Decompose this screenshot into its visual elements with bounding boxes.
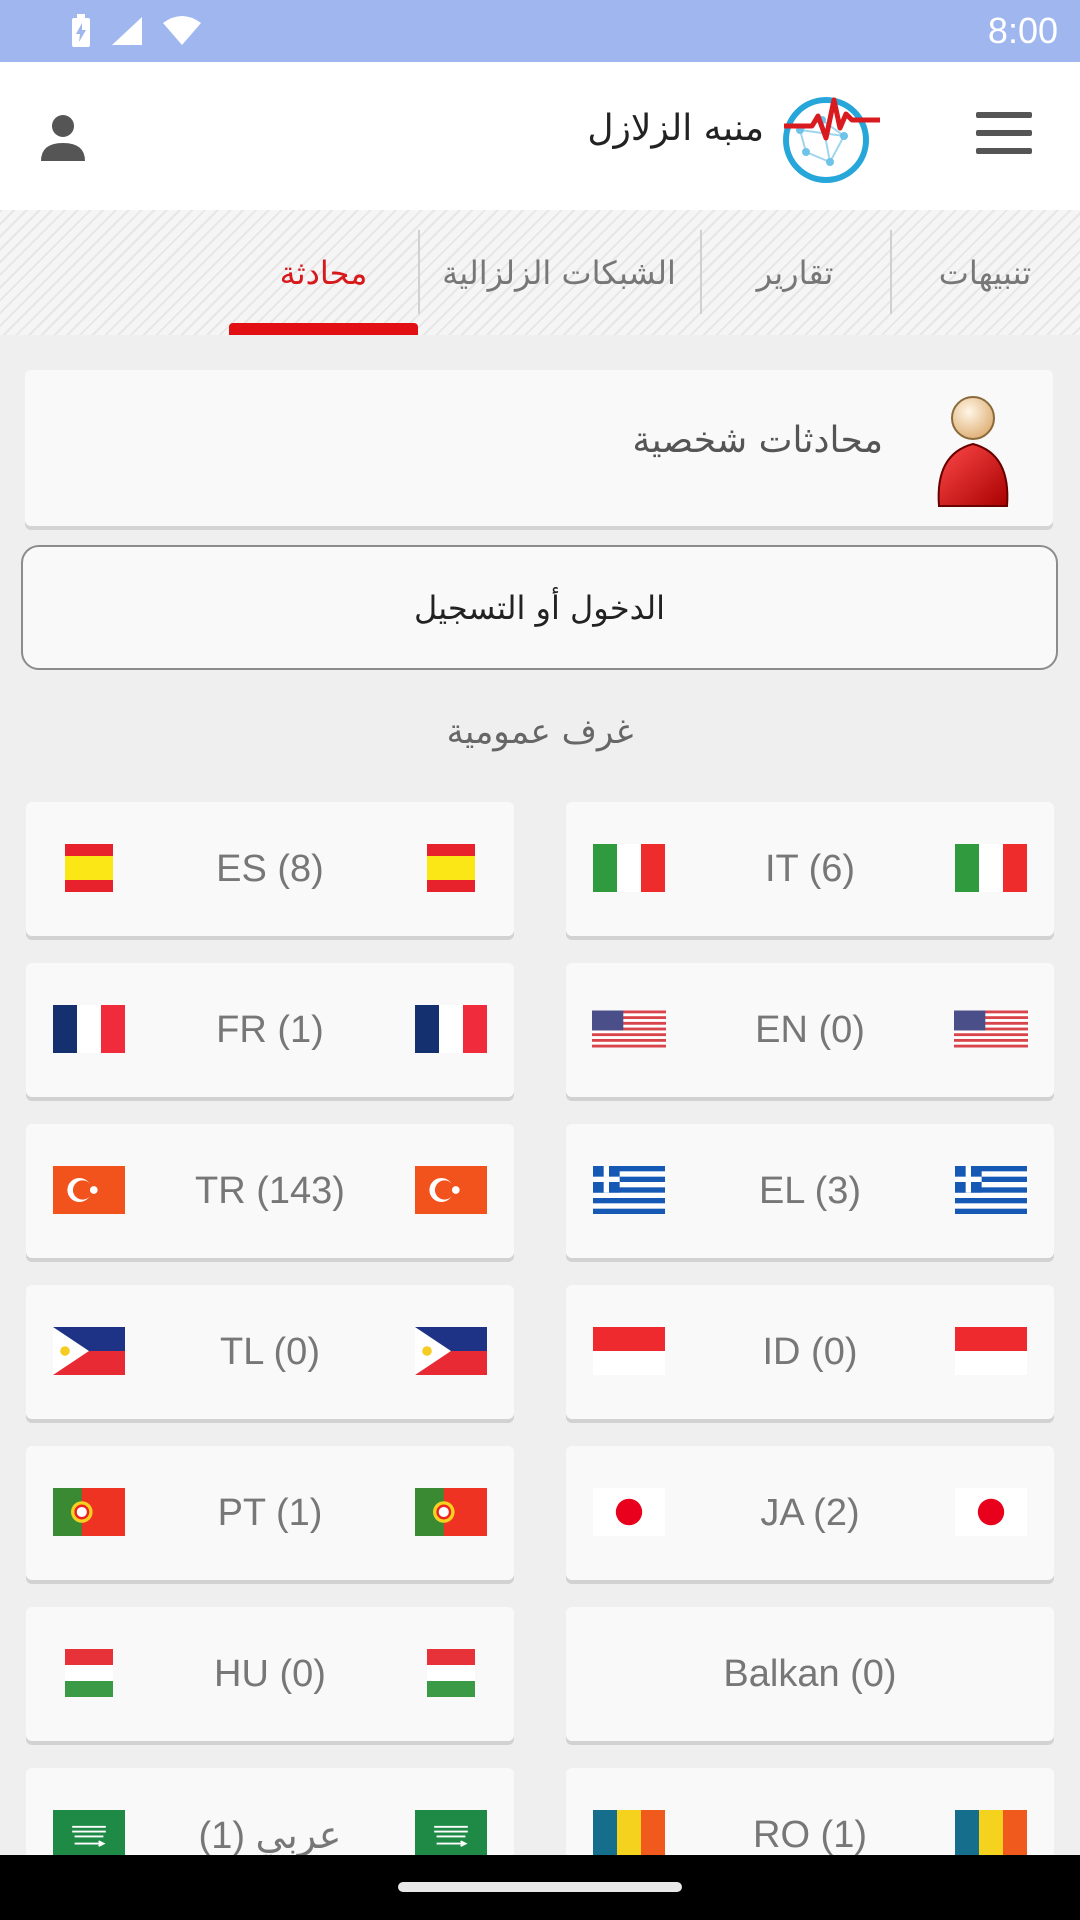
system-navigation-bar [0, 1855, 1080, 1920]
tab-alerts[interactable]: تنبيهات [890, 210, 1080, 335]
signal-icon [112, 17, 142, 45]
spain-flag-icon [52, 844, 126, 892]
tab-bar: تنبيهات تقارير الشبكات الزلزالية محادثة [0, 210, 1080, 335]
japan-flag-icon [954, 1488, 1028, 1536]
battery-charging-icon [72, 14, 90, 47]
philippines-flag-icon [414, 1327, 488, 1375]
chat-room-card[interactable]: EL (3) [566, 1124, 1054, 1258]
tab-divider [700, 230, 702, 314]
person-icon [937, 396, 1009, 507]
chat-room-card[interactable]: Balkan (0) [566, 1607, 1054, 1741]
indonesia-flag-icon [954, 1327, 1028, 1375]
personal-chats-label: محادثات شخصية [632, 420, 883, 461]
chat-room-label: Balkan (0) [723, 1652, 897, 1695]
login-register-button[interactable]: الدخول أو التسجيل [21, 545, 1058, 670]
chat-room-card[interactable]: ES (8) [26, 802, 514, 936]
chat-room-card[interactable]: TL (0) [26, 1285, 514, 1419]
earthquake-logo-icon [782, 90, 882, 186]
japan-flag-icon [592, 1488, 666, 1536]
philippines-flag-icon [52, 1327, 126, 1375]
portugal-flag-icon [414, 1488, 488, 1536]
italy-flag-icon [592, 844, 666, 892]
spain-flag-icon [414, 844, 488, 892]
usa-flag-icon [954, 1005, 1028, 1053]
tab-divider [418, 230, 420, 314]
menu-icon[interactable] [976, 108, 1032, 158]
personal-chats-card[interactable]: محادثات شخصية [25, 370, 1053, 526]
status-icons [70, 14, 202, 48]
greece-flag-icon [954, 1166, 1028, 1214]
status-bar: 8:00 [0, 0, 1080, 62]
chat-room-card[interactable]: TR (143) [26, 1124, 514, 1258]
status-time: 8:00 [987, 10, 1058, 51]
chat-room-card[interactable]: ID (0) [566, 1285, 1054, 1419]
tab-chat[interactable]: محادثة [229, 210, 418, 335]
chat-room-card[interactable]: PT (1) [26, 1446, 514, 1580]
tab-seismic-networks[interactable]: الشبكات الزلزالية [418, 210, 700, 335]
hungary-flag-icon [414, 1649, 488, 1697]
wifi-icon [163, 16, 201, 45]
chat-room-card[interactable]: JA (2) [566, 1446, 1054, 1580]
indonesia-flag-icon [592, 1327, 666, 1375]
chat-room-card[interactable]: FR (1) [26, 963, 514, 1097]
turkey-flag-icon [52, 1166, 126, 1214]
tab-reports[interactable]: تقارير [700, 210, 890, 335]
france-flag-icon [414, 1005, 488, 1053]
greece-flag-icon [592, 1166, 666, 1214]
romania-flag-icon [592, 1810, 666, 1858]
tab-divider [890, 230, 892, 314]
app-title: منبه الزلازل [587, 108, 764, 149]
public-rooms-title: غرف عمومية [446, 712, 634, 752]
hungary-flag-icon [52, 1649, 126, 1697]
italy-flag-icon [954, 844, 1028, 892]
saudi-flag-icon [414, 1810, 488, 1858]
account-icon[interactable] [40, 114, 86, 162]
france-flag-icon [52, 1005, 126, 1053]
chat-room-card[interactable]: HU (0) [26, 1607, 514, 1741]
home-gesture-pill[interactable] [398, 1882, 682, 1892]
chat-room-card[interactable]: EN (0) [566, 963, 1054, 1097]
chat-room-card[interactable]: IT (6) [566, 802, 1054, 936]
saudi-flag-icon [52, 1810, 126, 1858]
usa-flag-icon [592, 1005, 666, 1053]
app-bar: منبه الزلازل [0, 62, 1080, 210]
romania-flag-icon [954, 1810, 1028, 1858]
portugal-flag-icon [52, 1488, 126, 1536]
turkey-flag-icon [414, 1166, 488, 1214]
